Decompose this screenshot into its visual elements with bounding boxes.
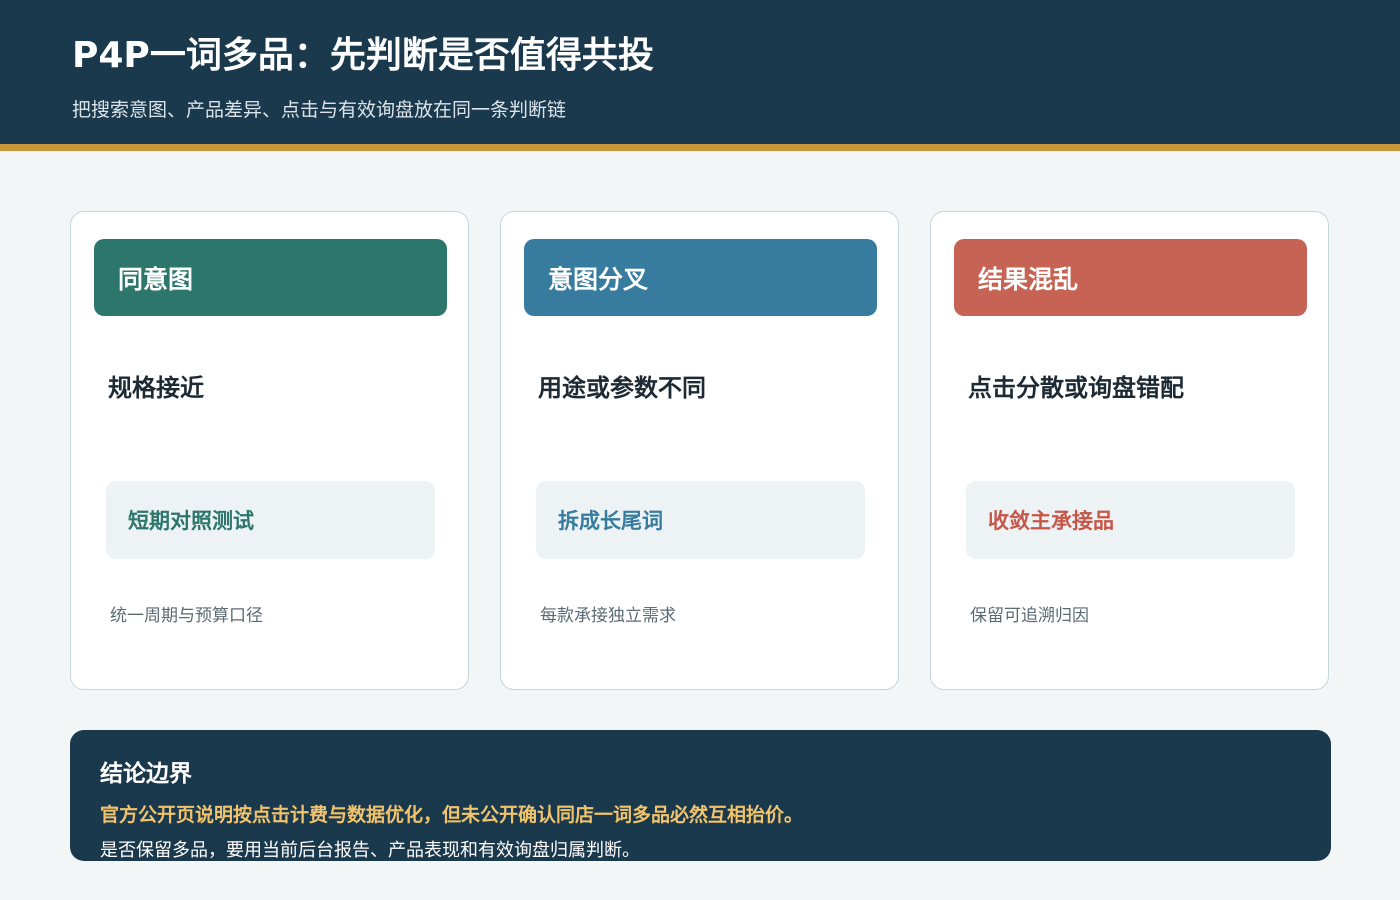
page-title: P4P一词多品：先判断是否值得共投 [72, 35, 654, 76]
header-accent-rule [0, 144, 1400, 151]
conclusion-panel: 结论边界 官方公开页说明按点击计费与数据优化，但未公开确认同店一词多品必然互相抬… [70, 730, 1331, 861]
card-heading: 意图分叉 [524, 239, 877, 316]
card-heading: 同意图 [94, 239, 447, 316]
card-same-intent: 同意图 规格接近 短期对照测试 统一周期与预算口径 [70, 211, 469, 690]
card-note: 统一周期与预算口径 [110, 606, 263, 626]
card-action: 短期对照测试 [106, 481, 435, 559]
conclusion-highlight: 官方公开页说明按点击计费与数据优化，但未公开确认同店一词多品必然互相抬价。 [100, 804, 804, 826]
card-description: 规格接近 [108, 374, 204, 402]
page-header: P4P一词多品：先判断是否值得共投 把搜索意图、产品差异、点击与有效询盘放在同一… [0, 0, 1400, 144]
card-messy-results: 结果混乱 点击分散或询盘错配 收敛主承接品 保留可追溯归因 [930, 211, 1329, 690]
card-action: 拆成长尾词 [536, 481, 865, 559]
conclusion-body: 是否保留多品，要用当前后台报告、产品表现和有效询盘归属判断。 [100, 840, 640, 861]
card-note: 保留可追溯归因 [970, 606, 1089, 626]
page-subtitle: 把搜索意图、产品差异、点击与有效询盘放在同一条判断链 [72, 99, 567, 121]
card-note: 每款承接独立需求 [540, 606, 676, 626]
card-heading: 结果混乱 [954, 239, 1307, 316]
card-description: 点击分散或询盘错配 [968, 374, 1184, 402]
conclusion-title: 结论边界 [100, 761, 192, 787]
card-action: 收敛主承接品 [966, 481, 1295, 559]
card-description: 用途或参数不同 [538, 374, 706, 402]
card-intent-split: 意图分叉 用途或参数不同 拆成长尾词 每款承接独立需求 [500, 211, 899, 690]
